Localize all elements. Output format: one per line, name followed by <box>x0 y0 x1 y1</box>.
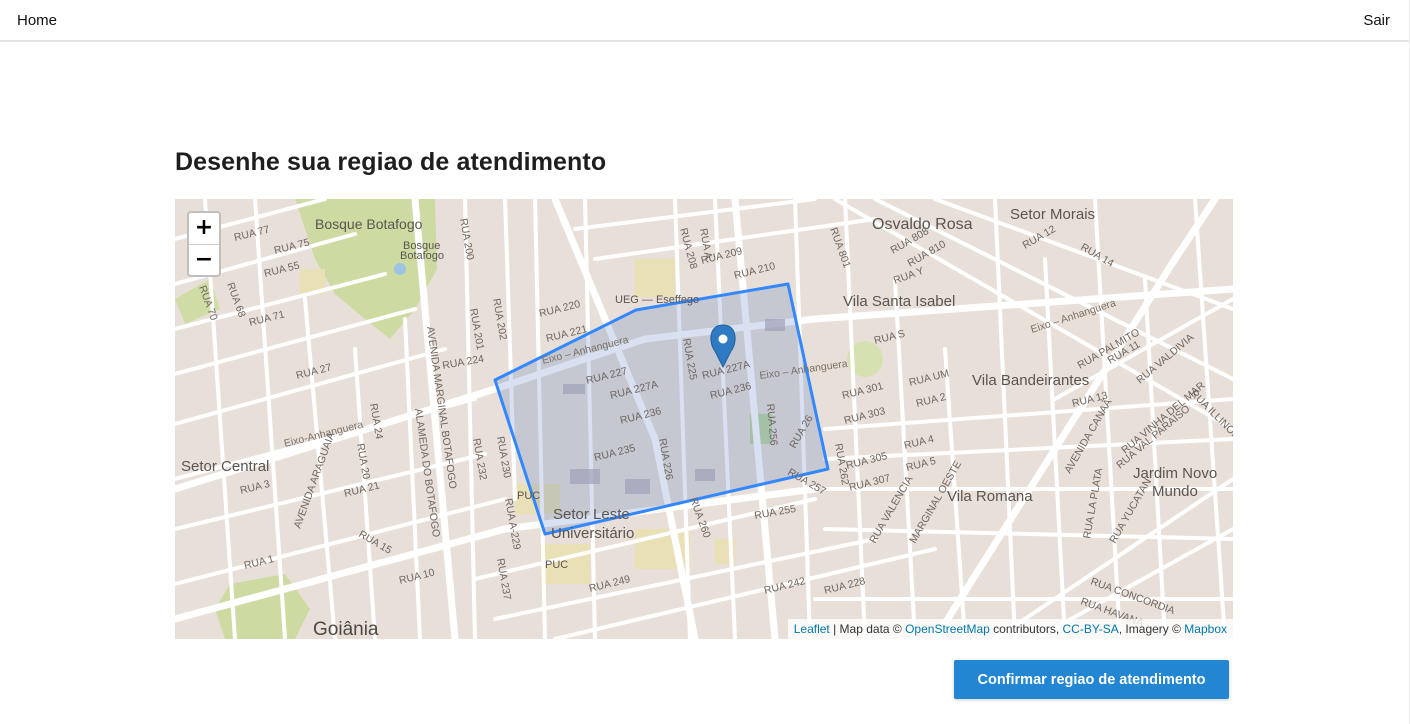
attribution-text: contributors, <box>989 622 1063 636</box>
page-title: Desenhe sua regiao de atendimento <box>175 148 607 176</box>
pond-shape <box>394 263 406 275</box>
top-navbar: Home Sair <box>0 0 1409 42</box>
leaflet-link[interactable]: Leaflet <box>794 622 830 636</box>
place-label: Vila Romana <box>947 488 1033 505</box>
campus-area <box>635 259 675 297</box>
zoom-out-button[interactable]: − <box>189 245 219 276</box>
place-label: Vila Santa Isabel <box>843 293 955 310</box>
place-label: Universitário <box>551 525 634 542</box>
place-label: UEG — Eseffego <box>615 294 699 306</box>
openstreetmap-link[interactable]: OpenStreetMap <box>905 622 990 636</box>
place-label: PUC <box>517 490 540 502</box>
home-link[interactable]: Home <box>17 12 57 29</box>
zoom-control: + − <box>187 211 221 277</box>
map-attribution: Leaflet | Map data © OpenStreetMap contr… <box>787 619 1233 639</box>
place-label: Setor Central <box>181 458 269 475</box>
place-label: Setor Morais <box>1010 206 1095 223</box>
attribution-text: , Imagery © <box>1118 622 1185 636</box>
mapbox-link[interactable]: Mapbox <box>1184 622 1227 636</box>
attribution-text: | Map data © <box>829 622 906 636</box>
place-label: Vila Bandeirantes <box>972 372 1089 389</box>
place-label: Botafogo <box>400 250 444 262</box>
logout-link[interactable]: Sair <box>1363 12 1390 29</box>
place-label: Goiânia <box>313 619 379 639</box>
map-canvas[interactable]: Bosque Botafogo Bosque Botafogo Osvaldo … <box>175 199 1233 639</box>
zoom-in-button[interactable]: + <box>189 213 219 245</box>
license-link[interactable]: CC-BY-SA <box>1063 622 1119 636</box>
map-tiles: Bosque Botafogo Bosque Botafogo Osvaldo … <box>175 199 1233 639</box>
place-label: PUC <box>545 559 568 571</box>
place-label: Bosque Botafogo <box>315 216 423 232</box>
place-label: Setor Leste <box>553 506 630 523</box>
confirm-region-button[interactable]: Confirmar regiao de atendimento <box>954 660 1229 699</box>
place-label: Mundo <box>1152 483 1198 500</box>
